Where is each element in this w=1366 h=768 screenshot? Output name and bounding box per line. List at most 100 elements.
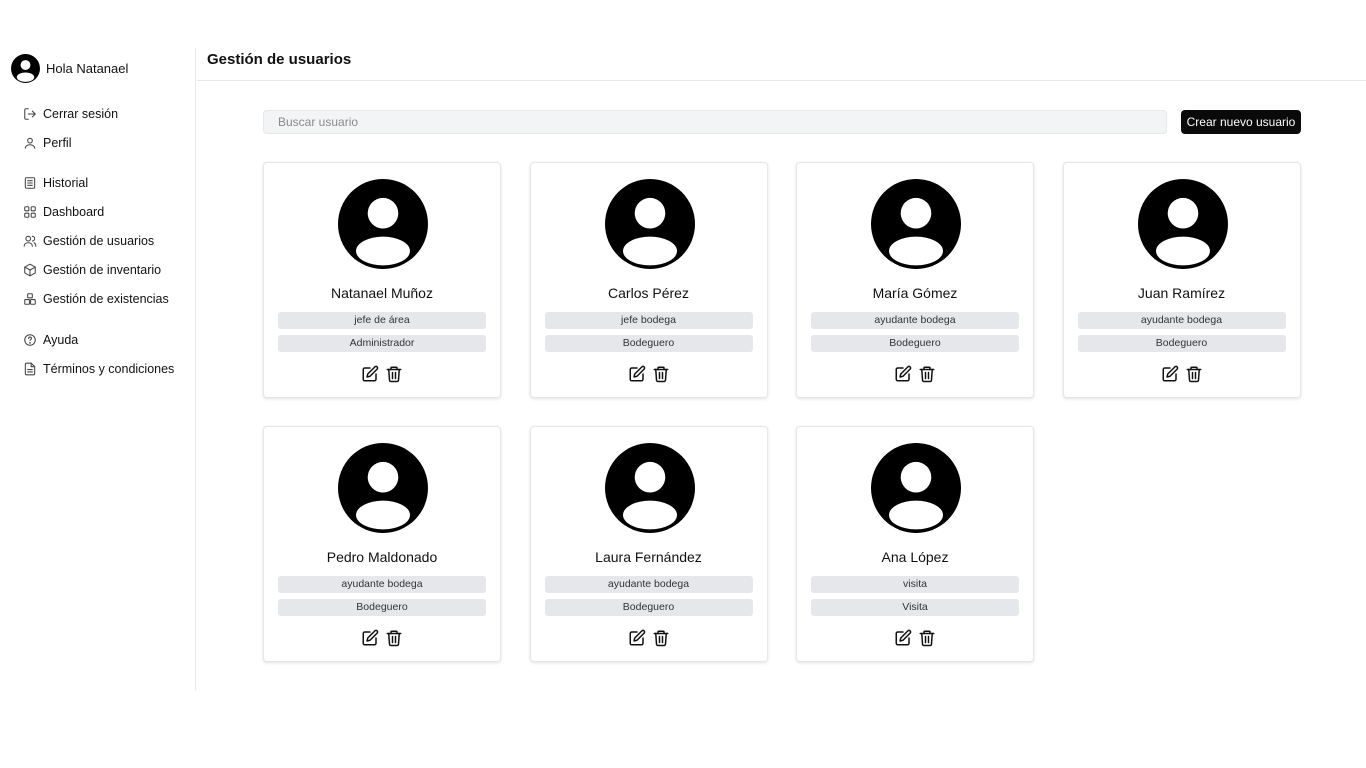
user-card: María Gómez ayudante bodega Bodeguero	[796, 162, 1034, 398]
edit-icon	[629, 629, 645, 646]
sidebar-item-label: Cerrar sesión	[43, 107, 119, 121]
card-actions	[264, 629, 500, 647]
user-role-badge: visita	[811, 576, 1019, 593]
sidebar-item-terms[interactable]: Términos y condiciones	[23, 362, 174, 376]
sidebar-item-label: Gestión de usuarios	[43, 234, 155, 248]
search-input[interactable]	[263, 110, 1167, 134]
trash-icon	[653, 630, 668, 647]
sidebar-item-help[interactable]: Ayuda	[23, 333, 78, 347]
sidebar: Hola Natanael Cerrar sesión Perfil Histo…	[0, 48, 196, 690]
user-role-badge: ayudante bodega	[811, 312, 1019, 329]
edit-user-button[interactable]	[894, 365, 912, 383]
delete-user-button[interactable]	[918, 629, 936, 647]
delete-user-button[interactable]	[918, 365, 936, 383]
delete-user-button[interactable]	[385, 365, 403, 383]
user-name: Carlos Pérez	[608, 285, 689, 301]
user-role-badge: ayudante bodega	[544, 576, 753, 593]
edit-icon	[895, 629, 912, 646]
user-icon	[24, 137, 36, 149]
sidebar-item-label: Ayuda	[43, 333, 79, 347]
edit-icon	[1162, 365, 1178, 382]
user-card: Carlos Pérez jefe bodega Bodeguero	[529, 162, 768, 398]
user-card: Natanael Muñoz jefe de área Administrado…	[263, 162, 501, 398]
user-avatar-icon	[1137, 179, 1228, 269]
edit-user-button[interactable]	[628, 629, 646, 647]
user-name: Natanael Muñoz	[331, 285, 433, 301]
file-text-icon	[24, 362, 36, 376]
card-actions	[797, 365, 1033, 383]
trash-icon	[919, 630, 935, 647]
card-actions	[264, 365, 500, 383]
create-user-button[interactable]: Crear nuevo usuario	[1181, 110, 1301, 134]
trash-icon	[1186, 366, 1201, 383]
user-name: Juan Ramírez	[1137, 285, 1226, 301]
user-type-badge: Bodeguero	[811, 335, 1019, 352]
user-avatar-icon	[338, 443, 428, 533]
user-avatar-icon	[871, 443, 961, 533]
card-actions	[1064, 365, 1300, 383]
edit-icon	[895, 365, 912, 382]
sidebar-item-label: Historial	[43, 176, 89, 190]
edit-user-button[interactable]	[628, 365, 646, 383]
edit-user-button[interactable]	[1161, 365, 1179, 383]
edit-icon	[362, 629, 379, 646]
user-card: Laura Fernández ayudante bodega Bodeguer…	[529, 426, 768, 662]
boxes-stack-icon	[24, 293, 36, 305]
sidebar-item-label: Gestión de existencias	[43, 292, 169, 306]
user-type-badge: Visita	[811, 599, 1019, 616]
user-type-badge: Administrador	[278, 335, 486, 352]
edit-user-button[interactable]	[894, 629, 912, 647]
card-actions	[531, 365, 767, 383]
card-actions	[531, 629, 767, 647]
user-role-badge: jefe de área	[278, 312, 486, 329]
sidebar-item-users[interactable]: Gestión de usuarios	[23, 234, 154, 248]
user-avatar-icon	[338, 179, 428, 269]
user-type-badge: Bodeguero	[1077, 335, 1286, 352]
user-role-badge: ayudante bodega	[1077, 312, 1286, 329]
sidebar-item-profile[interactable]: Perfil	[23, 136, 71, 150]
user-type-badge: Bodeguero	[544, 335, 753, 352]
edit-icon	[362, 365, 379, 382]
user-role-badge: jefe bodega	[544, 312, 753, 329]
user-role-badge: ayudante bodega	[278, 576, 486, 593]
user-card-grid: Natanael Muñoz jefe de área Administrado…	[263, 162, 1303, 662]
box-icon	[24, 263, 36, 277]
card-actions	[797, 629, 1033, 647]
user-greeting: Hola Natanael	[46, 61, 129, 76]
trash-icon	[386, 366, 402, 383]
sidebar-item-inventory[interactable]: Gestión de inventario	[23, 263, 161, 277]
sidebar-item-dashboard[interactable]: Dashboard	[23, 205, 104, 219]
delete-user-button[interactable]	[652, 629, 670, 647]
user-card: Ana López visita Visita	[796, 426, 1034, 662]
user-type-badge: Bodeguero	[544, 599, 753, 616]
grid-icon	[24, 206, 36, 218]
user-avatar-icon	[604, 443, 695, 533]
sidebar-item-stock[interactable]: Gestión de existencias	[23, 292, 169, 306]
sidebar-item-label: Perfil	[43, 136, 72, 150]
edit-icon	[629, 365, 645, 382]
trash-icon	[919, 366, 935, 383]
user-header: Hola Natanael	[11, 54, 128, 83]
top-bar: Gestión de usuarios	[197, 48, 1366, 81]
help-circle-icon	[24, 334, 36, 346]
edit-user-button[interactable]	[361, 365, 379, 383]
delete-user-button[interactable]	[652, 365, 670, 383]
edit-user-button[interactable]	[361, 629, 379, 647]
logout-icon	[24, 108, 36, 120]
sidebar-item-label: Dashboard	[43, 205, 105, 219]
sidebar-item-history[interactable]: Historial	[23, 176, 88, 190]
delete-user-button[interactable]	[385, 629, 403, 647]
sidebar-item-label: Gestión de inventario	[43, 263, 162, 277]
page-title: Gestión de usuarios	[207, 51, 352, 68]
user-name: María Gómez	[872, 285, 958, 301]
users-icon	[23, 235, 37, 247]
sidebar-item-logout[interactable]: Cerrar sesión	[23, 107, 118, 121]
user-card: Pedro Maldonado ayudante bodega Bodeguer…	[263, 426, 501, 662]
document-list-icon	[24, 177, 36, 189]
sidebar-item-label: Términos y condiciones	[43, 362, 175, 376]
trash-icon	[653, 366, 668, 383]
user-avatar-icon	[871, 179, 961, 269]
delete-user-button[interactable]	[1185, 365, 1203, 383]
user-name: Laura Fernández	[595, 549, 702, 565]
trash-icon	[386, 630, 402, 647]
